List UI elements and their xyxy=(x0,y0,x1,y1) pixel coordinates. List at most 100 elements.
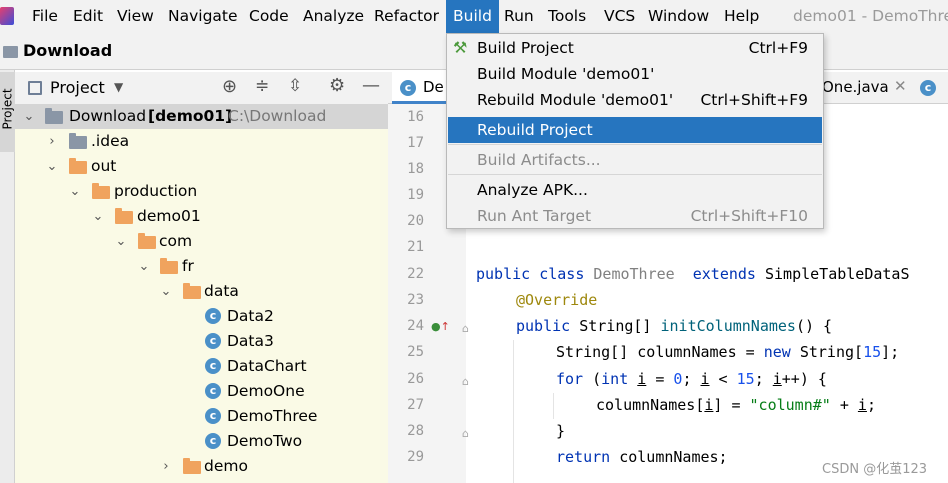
chevron-down-icon[interactable]: ⌄ xyxy=(160,279,172,304)
chevron-down-icon[interactable]: ⌄ xyxy=(46,154,58,179)
excluded-folder-icon xyxy=(160,258,178,274)
code-token: < xyxy=(709,370,737,388)
project-tree: ⌄ Download [demo01] C:\Download › .idea … xyxy=(15,104,388,483)
line-number: 18 xyxy=(407,161,424,177)
tree-node-demotwo[interactable]: c DemoTwo xyxy=(15,429,388,454)
fold-icon[interactable]: ⌂ xyxy=(462,322,469,335)
tree-label: demo xyxy=(204,457,248,475)
class-icon: c xyxy=(400,80,416,96)
chevron-down-icon[interactable]: ⌄ xyxy=(92,204,104,229)
tab-label: One.java xyxy=(822,78,889,96)
tree-node-demo[interactable]: › demo xyxy=(15,454,388,479)
excluded-folder-icon xyxy=(138,233,156,249)
hide-icon[interactable]: — xyxy=(362,75,380,96)
chevron-down-icon[interactable]: ⌄ xyxy=(69,179,81,204)
tab-demoone[interactable]: One.java ✕ c xyxy=(822,72,948,104)
code-token: ++) { xyxy=(781,370,827,388)
tree-node-data2[interactable]: c Data2 xyxy=(15,304,388,329)
class-icon: c xyxy=(205,408,221,424)
chevron-right-icon[interactable]: › xyxy=(160,454,172,479)
tree-node-root[interactable]: ⌄ Download [demo01] C:\Download xyxy=(15,104,388,129)
breadcrumb[interactable]: Download xyxy=(23,41,112,60)
project-tool-tab[interactable]: Project xyxy=(0,72,15,152)
menu-item-build-project[interactable]: ⚒ Build Project Ctrl+F9 xyxy=(448,35,822,61)
line-number: 26 xyxy=(407,371,424,387)
project-view-selector[interactable]: Project xyxy=(50,78,105,97)
tree-node-production[interactable]: ⌄ production xyxy=(15,179,388,204)
locate-icon[interactable]: ⊕ xyxy=(222,76,237,97)
code-token: int xyxy=(601,370,638,388)
tree-node-demothree[interactable]: c DemoThree xyxy=(15,404,388,429)
tree-node-demoone[interactable]: c DemoOne xyxy=(15,379,388,404)
menu-view[interactable]: View xyxy=(117,7,154,25)
chevron-down-icon[interactable]: ⌄ xyxy=(138,254,150,279)
menu-window[interactable]: Window xyxy=(648,7,709,25)
menu-analyze[interactable]: Analyze xyxy=(303,7,364,25)
menu-item-analyze-apk[interactable]: Analyze APK... xyxy=(448,177,822,203)
code-line-22: public class DemoThree extends SimpleTab… xyxy=(476,265,910,283)
chevron-down-icon[interactable]: ⌄ xyxy=(23,104,35,129)
fold-icon[interactable]: ⌂ xyxy=(462,427,469,440)
chevron-right-icon[interactable]: › xyxy=(46,129,58,154)
tree-node-data[interactable]: ⌄ data xyxy=(15,279,388,304)
module-folder-icon xyxy=(45,108,63,124)
fold-icon[interactable]: ⌂ xyxy=(462,375,469,388)
menu-vcs[interactable]: VCS xyxy=(604,7,635,25)
code-token: i xyxy=(700,370,710,388)
menu-item-run-ant-target[interactable]: Run Ant Target Ctrl+Shift+F10 xyxy=(448,203,822,229)
code-token: ; xyxy=(682,370,701,388)
tree-label: data xyxy=(204,282,239,300)
override-gutter-icon[interactable]: ●↑ xyxy=(431,320,450,333)
tree-node-datachart[interactable]: c DataChart xyxy=(15,354,388,379)
tree-node-fr[interactable]: ⌄ fr xyxy=(15,254,388,279)
code-token: 15 xyxy=(736,370,755,388)
menu-run[interactable]: Run xyxy=(504,7,534,25)
project-panel-header: Project ▼ ⊕ ≑ ⇳ ⚙ — xyxy=(15,72,388,104)
menu-file[interactable]: File xyxy=(32,7,58,25)
line-number: 16 xyxy=(407,109,424,125)
tree-label: Data3 xyxy=(227,332,274,350)
tree-node-data3[interactable]: c Data3 xyxy=(15,329,388,354)
code-line-25: String[] columnNames = new String[15]; xyxy=(556,343,899,361)
menu-item-build-module[interactable]: Build Module 'demo01' xyxy=(448,61,822,87)
line-number: 27 xyxy=(407,397,424,413)
code-token: + xyxy=(830,396,858,414)
tree-node-demo01[interactable]: ⌄ demo01 xyxy=(15,204,388,229)
tree-label: Data2 xyxy=(227,307,274,325)
tree-label: com xyxy=(159,232,193,250)
line-number: 20 xyxy=(407,213,424,229)
code-token: for xyxy=(556,370,593,388)
menu-refactor[interactable]: Refactor xyxy=(374,7,439,25)
folder-icon xyxy=(69,133,87,149)
close-icon[interactable]: ✕ xyxy=(894,77,907,95)
indent-guide xyxy=(553,393,554,419)
expand-all-icon[interactable]: ≑ xyxy=(255,76,269,96)
tree-node-out[interactable]: ⌄ out xyxy=(15,154,388,179)
tree-node-com[interactable]: ⌄ com xyxy=(15,229,388,254)
menu-item-rebuild-module[interactable]: Rebuild Module 'demo01' Ctrl+Shift+F9 xyxy=(448,87,822,113)
menu-code[interactable]: Code xyxy=(249,7,289,25)
excluded-folder-icon xyxy=(183,283,201,299)
project-view-icon xyxy=(28,81,42,95)
menu-build[interactable]: Build xyxy=(446,0,499,33)
class-icon: c xyxy=(920,80,936,96)
code-token: i xyxy=(637,370,647,388)
tree-node-idea[interactable]: › .idea xyxy=(15,129,388,154)
chevron-down-icon[interactable]: ▼ xyxy=(114,80,123,94)
tree-label: DemoOne xyxy=(227,382,305,400)
menu-tools[interactable]: Tools xyxy=(548,7,586,25)
line-number: 22 xyxy=(407,266,424,282)
menu-help[interactable]: Help xyxy=(724,7,759,25)
code-token: extends xyxy=(674,265,765,283)
chevron-down-icon[interactable]: ⌄ xyxy=(115,229,127,254)
root-module: [demo01] xyxy=(148,107,233,125)
code-token: i xyxy=(772,370,782,388)
menu-navigate[interactable]: Navigate xyxy=(168,7,238,25)
menu-item-build-artifacts[interactable]: Build Artifacts... xyxy=(448,147,822,173)
menu-item-rebuild-project[interactable]: Rebuild Project xyxy=(448,117,822,143)
tab-demo[interactable]: c De xyxy=(392,72,452,104)
menu-edit[interactable]: Edit xyxy=(73,7,103,25)
gear-icon[interactable]: ⚙ xyxy=(329,75,345,96)
code-token: () { xyxy=(795,317,833,335)
collapse-all-icon[interactable]: ⇳ xyxy=(288,76,302,96)
